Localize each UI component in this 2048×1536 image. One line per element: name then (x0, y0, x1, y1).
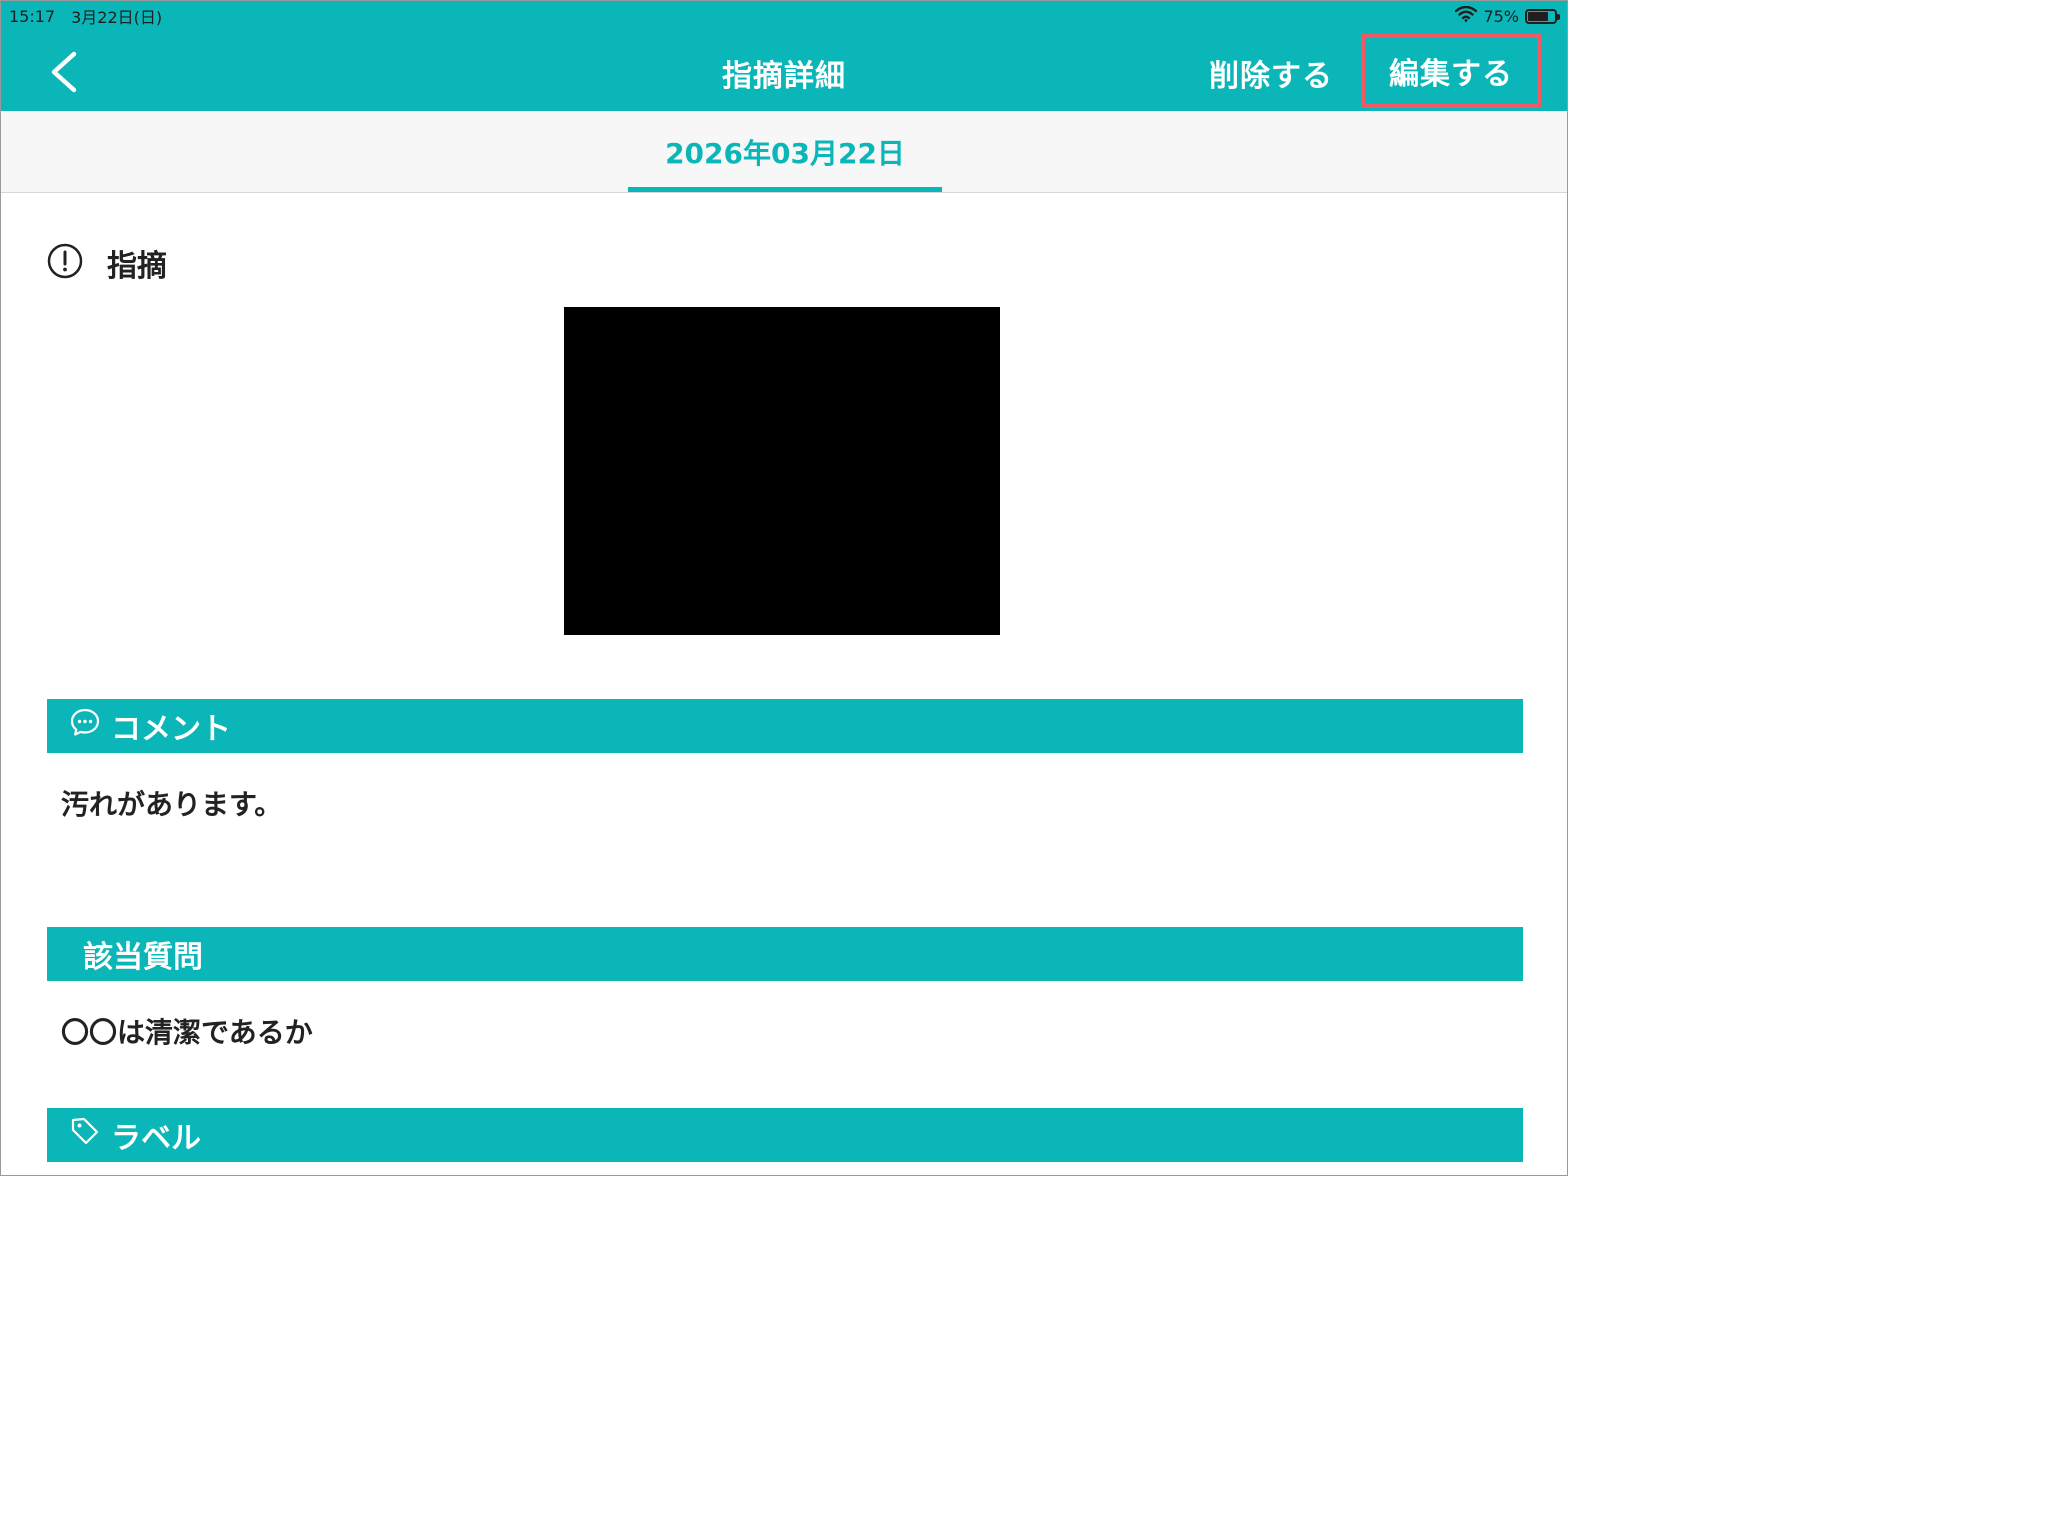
label-section-header: ラベル (47, 1108, 1523, 1162)
question-text: 〇〇は清潔であるか (61, 1016, 313, 1049)
navigation-bar: 15:17 3月22日(日) 75% 指摘詳細 削除する 編集する (1, 1, 1567, 111)
battery-percent: 75% (1483, 6, 1519, 26)
status-time: 15:17 (9, 6, 56, 26)
date-tab-bar: 2026年03月22日 (1, 111, 1567, 193)
chat-bubble-icon (69, 706, 101, 746)
question-section-header: 該当質問 (47, 927, 1523, 981)
question-section-title: 該当質問 (83, 940, 203, 975)
comment-text: 汚れがあります。 (61, 788, 283, 821)
tab-date[interactable]: 2026年03月22日 (628, 111, 942, 192)
comment-section-header: コメント (47, 699, 1523, 753)
tab-selected-indicator (628, 187, 942, 192)
delete-button[interactable]: 削除する (1209, 51, 1333, 95)
wifi-icon (1455, 5, 1478, 26)
label-section-title: ラベル (111, 1121, 201, 1156)
tag-icon (69, 1115, 101, 1155)
issue-title: 指摘 (107, 249, 167, 284)
battery-icon (1525, 8, 1560, 24)
exclamation-circle-icon (47, 243, 83, 283)
app-window: 15:17 3月22日(日) 75% 指摘詳細 削除する 編集する 2026年0… (0, 0, 1568, 1176)
edit-button-label: 編集する (1389, 57, 1513, 92)
status-date: 3月22日(日) (71, 8, 163, 27)
status-bar-right: 75% (1455, 5, 1560, 27)
comment-section-title: コメント (111, 712, 231, 747)
issue-heading: 指摘 (47, 241, 167, 285)
battery-level (1528, 11, 1548, 21)
edit-button[interactable]: 編集する (1361, 34, 1541, 108)
issue-photo[interactable] (564, 307, 1000, 635)
status-bar-left: 15:17 3月22日(日) (9, 5, 163, 28)
